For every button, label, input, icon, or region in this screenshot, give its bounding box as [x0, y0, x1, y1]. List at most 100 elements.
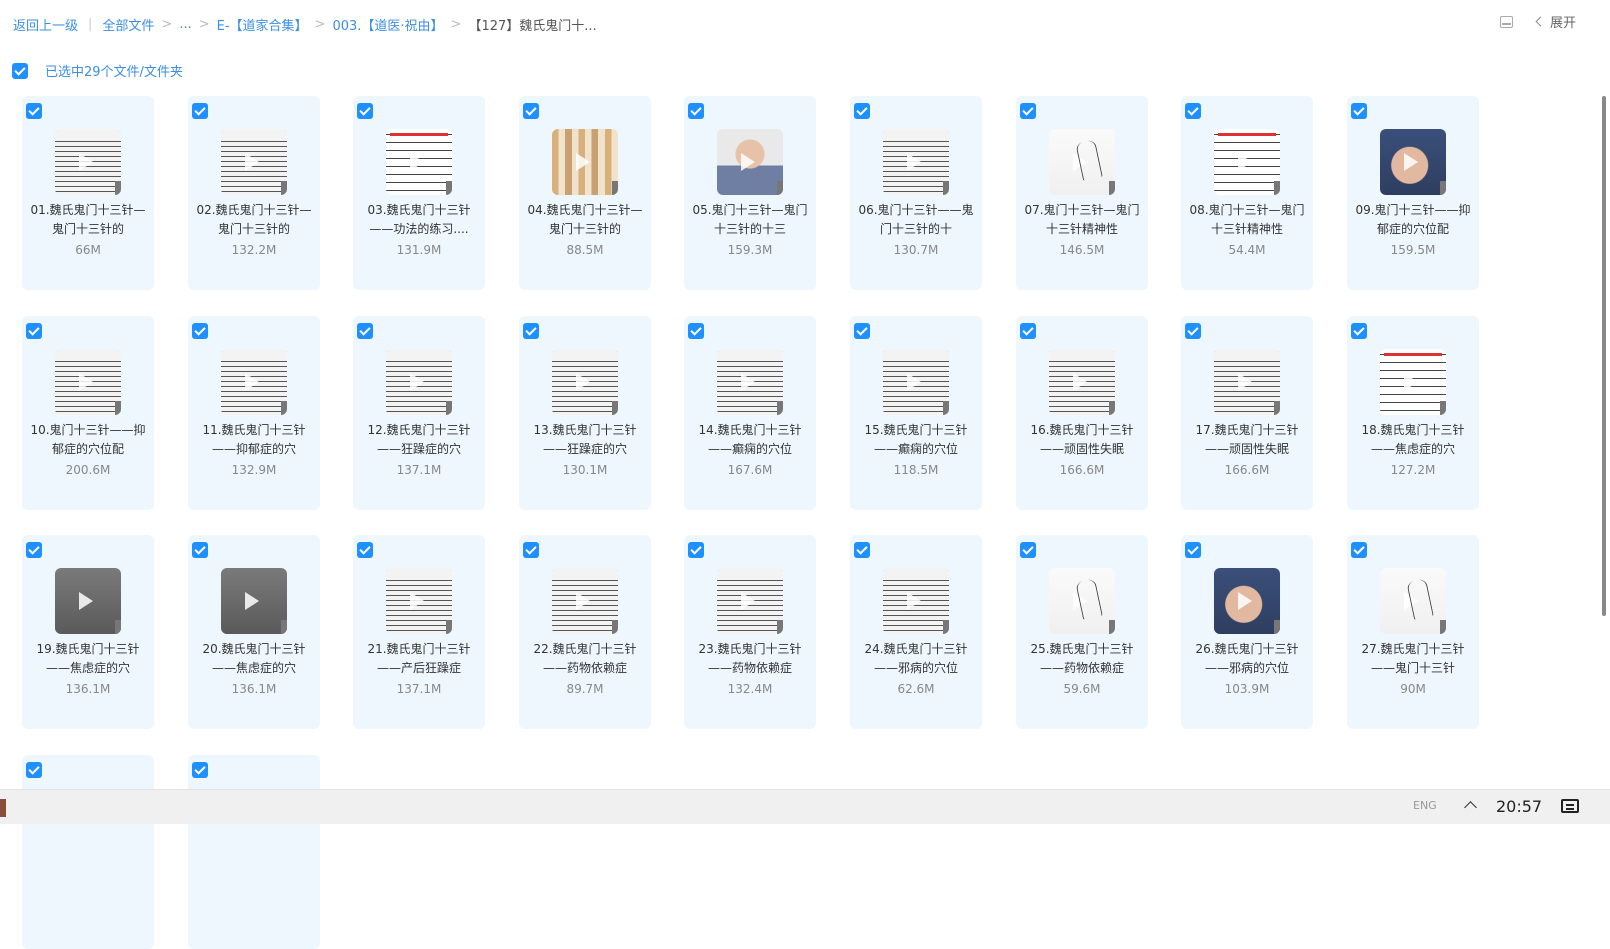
- file-name[interactable]: 11.魏氏鬼门十三针——抑郁症的穴: [194, 421, 314, 459]
- taskbar-app-icon[interactable]: [0, 799, 6, 817]
- file-card[interactable]: 09.鬼门十三针——抑郁症的穴位配 159.5M: [1347, 96, 1479, 290]
- file-checkbox[interactable]: [357, 542, 373, 558]
- back-link[interactable]: 返回上一级: [13, 15, 78, 34]
- video-thumbnail[interactable]: [1049, 129, 1115, 195]
- file-checkbox[interactable]: [688, 542, 704, 558]
- file-card[interactable]: [188, 755, 320, 949]
- file-card[interactable]: 22.魏氏鬼门十三针——药物依赖症 89.7M: [519, 535, 651, 729]
- file-card[interactable]: 08.鬼门十三针—鬼门十三针精神性 54.4M: [1181, 96, 1313, 290]
- video-thumbnail[interactable]: [717, 349, 783, 415]
- file-name[interactable]: 27.魏氏鬼门十三针——鬼门十三针: [1353, 640, 1473, 678]
- file-name[interactable]: 26.魏氏鬼门十三针——邪病的穴位: [1187, 640, 1307, 678]
- file-card[interactable]: 21.魏氏鬼门十三针——产后狂躁症 137.1M: [353, 535, 485, 729]
- file-checkbox[interactable]: [523, 542, 539, 558]
- file-name[interactable]: 10.鬼门十三针——抑郁症的穴位配: [28, 421, 148, 459]
- file-name[interactable]: 07.鬼门十三针—鬼门十三针精神性: [1022, 201, 1142, 239]
- video-thumbnail[interactable]: [1214, 568, 1280, 634]
- select-all-checkbox[interactable]: [12, 62, 28, 79]
- file-name[interactable]: 17.魏氏鬼门十三针——顽固性失眠: [1187, 421, 1307, 459]
- file-card[interactable]: 03.魏氏鬼门十三针——功法的练习.... 131.9M: [353, 96, 485, 290]
- file-card[interactable]: 25.魏氏鬼门十三针——药物依赖症 59.6M: [1016, 535, 1148, 729]
- file-card[interactable]: 10.鬼门十三针——抑郁症的穴位配 200.6M: [22, 316, 154, 510]
- file-name[interactable]: 04.魏氏鬼门十三针—鬼门十三针的: [525, 201, 645, 239]
- file-card[interactable]: 02.魏氏鬼门十三针—鬼门十三针的 132.2M: [188, 96, 320, 290]
- notification-icon[interactable]: [1561, 799, 1579, 813]
- video-thumbnail[interactable]: [55, 349, 121, 415]
- file-name[interactable]: 25.魏氏鬼门十三针——药物依赖症: [1022, 640, 1142, 678]
- video-thumbnail[interactable]: [552, 568, 618, 634]
- file-checkbox[interactable]: [357, 103, 373, 119]
- file-name[interactable]: 05.鬼门十三针—鬼门十三针的十三: [690, 201, 810, 239]
- file-card[interactable]: 19.魏氏鬼门十三针——焦虑症的穴 136.1M: [22, 535, 154, 729]
- video-thumbnail[interactable]: [1214, 129, 1280, 195]
- file-name[interactable]: 09.鬼门十三针——抑郁症的穴位配: [1353, 201, 1473, 239]
- file-checkbox[interactable]: [1351, 323, 1367, 339]
- file-card[interactable]: 01.魏氏鬼门十三针—鬼门十三针的 66M: [22, 96, 154, 290]
- video-thumbnail[interactable]: [717, 129, 783, 195]
- file-checkbox[interactable]: [854, 103, 870, 119]
- file-checkbox[interactable]: [1020, 323, 1036, 339]
- file-checkbox[interactable]: [1020, 103, 1036, 119]
- file-card[interactable]: 14.魏氏鬼门十三针——癫痫的穴位 167.6M: [684, 316, 816, 510]
- file-checkbox[interactable]: [1351, 103, 1367, 119]
- video-thumbnail[interactable]: [1049, 349, 1115, 415]
- video-thumbnail[interactable]: [1380, 568, 1446, 634]
- expand-button[interactable]: 展开: [1535, 12, 1576, 31]
- file-name[interactable]: 02.魏氏鬼门十三针—鬼门十三针的: [194, 201, 314, 239]
- file-name[interactable]: 03.魏氏鬼门十三针——功法的练习....: [359, 201, 479, 239]
- video-thumbnail[interactable]: [883, 349, 949, 415]
- file-name[interactable]: 08.鬼门十三针—鬼门十三针精神性: [1187, 201, 1307, 239]
- file-checkbox[interactable]: [192, 542, 208, 558]
- file-checkbox[interactable]: [26, 103, 42, 119]
- file-card[interactable]: 13.魏氏鬼门十三针——狂躁症的穴 130.1M: [519, 316, 651, 510]
- clock[interactable]: 20:57: [1496, 797, 1542, 816]
- breadcrumb-folder-daojia[interactable]: E-【道家合集】: [217, 15, 308, 34]
- chevron-up-icon[interactable]: [1464, 801, 1477, 814]
- file-checkbox[interactable]: [1351, 542, 1367, 558]
- file-name[interactable]: 15.魏氏鬼门十三针——癫痫的穴位: [856, 421, 976, 459]
- video-thumbnail[interactable]: [55, 568, 121, 634]
- file-name[interactable]: 20.魏氏鬼门十三针——焦虑症的穴: [194, 640, 314, 678]
- video-thumbnail[interactable]: [883, 129, 949, 195]
- file-checkbox[interactable]: [1185, 103, 1201, 119]
- list-layout-icon[interactable]: [1499, 15, 1513, 28]
- file-checkbox[interactable]: [854, 323, 870, 339]
- file-name[interactable]: 13.魏氏鬼门十三针——狂躁症的穴: [525, 421, 645, 459]
- video-thumbnail[interactable]: [221, 349, 287, 415]
- file-checkbox[interactable]: [357, 323, 373, 339]
- scrollbar[interactable]: [1602, 96, 1606, 616]
- video-thumbnail[interactable]: [552, 349, 618, 415]
- video-thumbnail[interactable]: [55, 129, 121, 195]
- video-thumbnail[interactable]: [386, 349, 452, 415]
- file-name[interactable]: 16.魏氏鬼门十三针——顽固性失眠: [1022, 421, 1142, 459]
- file-card[interactable]: 07.鬼门十三针—鬼门十三针精神性 146.5M: [1016, 96, 1148, 290]
- file-checkbox[interactable]: [854, 542, 870, 558]
- video-thumbnail[interactable]: [883, 568, 949, 634]
- video-thumbnail[interactable]: [1049, 568, 1115, 634]
- file-card[interactable]: 18.魏氏鬼门十三针——焦虑症的穴 127.2M: [1347, 316, 1479, 510]
- file-name[interactable]: 06.鬼门十三针——鬼门十三针的十: [856, 201, 976, 239]
- breadcrumb-folder-daoyi[interactable]: 003.【道医·祝由】: [332, 15, 443, 34]
- file-name[interactable]: 14.魏氏鬼门十三针——癫痫的穴位: [690, 421, 810, 459]
- file-checkbox[interactable]: [26, 542, 42, 558]
- file-card[interactable]: 04.魏氏鬼门十三针—鬼门十三针的 88.5M: [519, 96, 651, 290]
- file-name[interactable]: 18.魏氏鬼门十三针——焦虑症的穴: [1353, 421, 1473, 459]
- file-card[interactable]: 20.魏氏鬼门十三针——焦虑症的穴 136.1M: [188, 535, 320, 729]
- file-name[interactable]: 21.魏氏鬼门十三针——产后狂躁症: [359, 640, 479, 678]
- file-checkbox[interactable]: [1020, 542, 1036, 558]
- file-card[interactable]: 23.魏氏鬼门十三针——药物依赖症 132.4M: [684, 535, 816, 729]
- file-checkbox[interactable]: [688, 323, 704, 339]
- file-card[interactable]: 05.鬼门十三针—鬼门十三针的十三 159.3M: [684, 96, 816, 290]
- video-thumbnail[interactable]: [1380, 349, 1446, 415]
- file-name[interactable]: 24.魏氏鬼门十三针——邪病的穴位: [856, 640, 976, 678]
- file-card[interactable]: 06.鬼门十三针——鬼门十三针的十 130.7M: [850, 96, 982, 290]
- file-checkbox[interactable]: [192, 103, 208, 119]
- file-name[interactable]: 19.魏氏鬼门十三针——焦虑症的穴: [28, 640, 148, 678]
- file-checkbox[interactable]: [688, 103, 704, 119]
- ime-indicator[interactable]: ENG: [1413, 799, 1437, 812]
- file-checkbox[interactable]: [26, 323, 42, 339]
- file-card[interactable]: 24.魏氏鬼门十三针——邪病的穴位 62.6M: [850, 535, 982, 729]
- breadcrumb-all-files[interactable]: 全部文件: [102, 15, 154, 34]
- video-thumbnail[interactable]: [221, 129, 287, 195]
- video-thumbnail[interactable]: [552, 129, 618, 195]
